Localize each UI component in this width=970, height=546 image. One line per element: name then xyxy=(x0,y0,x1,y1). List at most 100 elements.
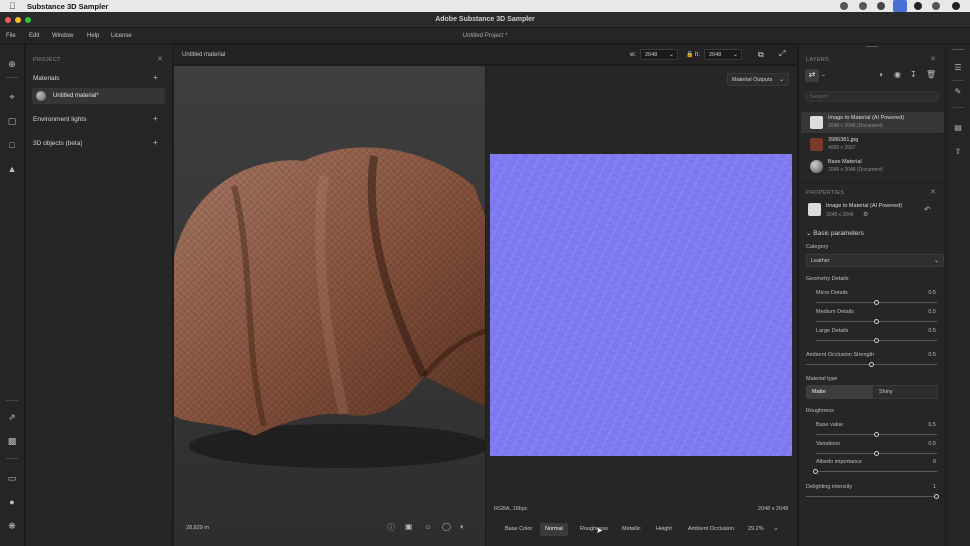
wifi-icon[interactable] xyxy=(914,2,922,10)
close-icon[interactable]: ✕ xyxy=(930,188,936,196)
menu-license[interactable]: License xyxy=(111,33,132,39)
info-icon[interactable]: ⓘ xyxy=(387,522,395,533)
add-environment-button[interactable]: + xyxy=(153,114,158,123)
perspective-icon[interactable]: ▢ xyxy=(6,115,18,127)
ao-strength-slider[interactable] xyxy=(806,362,937,367)
import-icon[interactable]: ↧ xyxy=(910,70,917,79)
basic-parameters-section[interactable]: ⌄ Basic parameters xyxy=(806,229,864,237)
camera-icon[interactable]: ▣ xyxy=(405,522,413,531)
base-value-slider[interactable] xyxy=(816,432,937,437)
plugins-icon[interactable]: ❋ xyxy=(6,520,18,532)
add-material-button[interactable]: + xyxy=(153,73,158,82)
shiny-toggle[interactable]: Shiny xyxy=(872,385,938,399)
delete-icon[interactable]: 🗑 xyxy=(926,70,936,79)
control-center-icon[interactable] xyxy=(932,2,940,10)
zoom-value[interactable]: 29.2% xyxy=(743,523,769,536)
close-icon[interactable]: ✕ xyxy=(930,55,936,63)
generator-icon[interactable]: ◉ xyxy=(894,70,901,79)
albedo-importance-slider[interactable] xyxy=(813,469,937,474)
slider-knob[interactable] xyxy=(873,432,879,437)
layer-size: 2048 x 2048 (Document) xyxy=(828,123,884,129)
category-value: Leather xyxy=(811,258,830,264)
creative-cloud-icon[interactable] xyxy=(859,2,867,10)
settings-icon[interactable]: ⚙ xyxy=(863,211,868,218)
slider-knob[interactable] xyxy=(813,469,818,474)
materials-section[interactable]: Materials xyxy=(33,75,59,82)
delighting-intensity-slider[interactable] xyxy=(806,494,939,499)
filter-icon[interactable]: ◑ xyxy=(878,70,883,79)
menu-window[interactable]: Window xyxy=(52,33,73,39)
tab-height[interactable]: Height xyxy=(651,523,677,536)
medium-details-label: Medium Details xyxy=(816,309,854,315)
matte-toggle[interactable]: Matte xyxy=(806,385,872,399)
layer-item[interactable]: Image to Material (AI Powered) 2048 x 20… xyxy=(801,112,944,133)
layer-item[interactable]: Base Material 2048 x 2048 (Document) xyxy=(801,156,944,177)
screen-share-icon[interactable] xyxy=(893,0,907,12)
micro-details-slider[interactable] xyxy=(816,300,937,305)
layer-item[interactable]: 3986381.jpg 4000 x 2667 xyxy=(801,134,944,155)
mac-app-name[interactable]: Substance 3D Sampler xyxy=(27,2,108,11)
reset-icon[interactable]: ↶ xyxy=(924,205,931,214)
slider-knob[interactable] xyxy=(873,338,879,343)
tab-metallic[interactable]: Metallic xyxy=(617,523,646,536)
material-item[interactable]: Untitled material* xyxy=(32,88,165,104)
add-icon[interactable]: ⊕ xyxy=(6,58,18,70)
apple-icon[interactable]:  xyxy=(9,1,16,11)
tab-normal[interactable]: Normal xyxy=(540,523,568,536)
globe-icon[interactable]: ◯ xyxy=(442,522,451,531)
draped-cloth-render xyxy=(174,66,485,546)
shading-icon[interactable]: ◐ xyxy=(460,522,465,531)
export-icon[interactable]: ⇗ xyxy=(6,411,18,423)
eyedropper-icon[interactable]: ✎ xyxy=(952,86,964,98)
large-details-slider[interactable] xyxy=(816,338,937,343)
3d-objects-section[interactable]: 3D objects (beta) xyxy=(33,140,83,147)
layer-search-input[interactable]: Search xyxy=(805,91,939,102)
fullscreen-icon[interactable]: ⤢ xyxy=(779,49,785,59)
gear-icon[interactable] xyxy=(877,2,885,10)
menu-edit[interactable]: Edit xyxy=(29,33,39,39)
height-field[interactable]: 2048 ⌄ xyxy=(704,49,742,60)
tab-ambient-occlusion[interactable]: Ambient Occlusion xyxy=(683,523,739,536)
tab-base-color[interactable]: Base Color xyxy=(500,523,537,536)
width-field[interactable]: 2048 ⌄ xyxy=(640,49,678,60)
crop-icon[interactable]: ⌖ xyxy=(6,91,18,103)
transform-icon[interactable]: □ xyxy=(6,139,18,151)
share-icon[interactable]: ⇧ xyxy=(952,146,964,158)
slider-knob[interactable] xyxy=(934,494,939,499)
add-3d-object-button[interactable]: + xyxy=(153,138,158,147)
tab-roughness[interactable]: Roughness xyxy=(575,523,613,536)
menu-help[interactable]: Help xyxy=(87,33,99,39)
panel-grip[interactable] xyxy=(866,46,878,47)
node-name: Image to Material (AI Powered) xyxy=(826,203,903,209)
environment-icon[interactable]: ☼ xyxy=(424,522,431,531)
siri-icon[interactable] xyxy=(952,2,960,10)
width-label: w: xyxy=(630,52,636,58)
ao-strength-value: 0.5 xyxy=(928,352,936,358)
document-icon[interactable]: ▤ xyxy=(952,122,964,134)
lock-icon[interactable]: 🔒 xyxy=(686,51,693,58)
layer-view-toggle-icon[interactable]: ⇄ xyxy=(805,69,819,82)
chevron-down-icon[interactable]: ⌄ xyxy=(773,524,779,532)
medium-details-slider[interactable] xyxy=(816,319,937,324)
screen-icon[interactable]: ▭ xyxy=(6,472,18,484)
category-dropdown[interactable]: Leather ⌄ xyxy=(806,254,944,267)
micro-details-label: Micro Details xyxy=(816,290,848,296)
chevron-down-icon[interactable]: ⌄ xyxy=(821,71,826,78)
basic-parameters-label: Basic parameters xyxy=(813,230,864,237)
archive-icon[interactable]: ▩ xyxy=(6,435,18,447)
slider-knob[interactable] xyxy=(873,451,879,456)
adjustments-icon[interactable]: ☰ xyxy=(952,62,964,74)
menu-file[interactable]: File xyxy=(6,33,16,39)
3d-viewport[interactable]: 28,829 m ⓘ ▣ ☼ ◯ ◐ xyxy=(174,66,485,546)
weather-icon[interactable] xyxy=(840,2,848,10)
variations-slider[interactable] xyxy=(816,451,937,456)
community-icon[interactable]: ● xyxy=(6,496,18,508)
environment-lights-section[interactable]: Environment lights xyxy=(33,116,86,123)
stamp-icon[interactable]: ▲ xyxy=(6,163,18,175)
slider-knob[interactable] xyxy=(873,319,879,324)
slider-knob[interactable] xyxy=(868,362,874,367)
material-outputs-dropdown[interactable]: Material Outputs ⌄ xyxy=(727,73,789,86)
close-icon[interactable]: ✕ xyxy=(157,55,163,63)
slider-knob[interactable] xyxy=(873,300,879,305)
view-mode-icon[interactable]: ⧉ xyxy=(758,50,764,60)
